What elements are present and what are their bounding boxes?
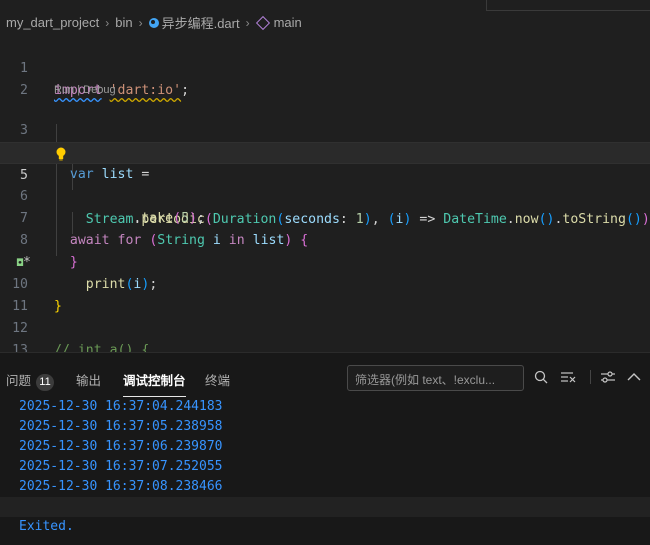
lightbulb-icon[interactable] [55,147,67,161]
code-line-7[interactable]: 7 await for (String i in list) { [0,186,650,248]
breadcrumb-symbol[interactable]: main [274,15,302,30]
code-line-1[interactable]: 1 import 'dart:io'; [0,36,650,98]
bottom-panel: 问题 11 输出 调试控制台 终端 筛选器(例如 text、!exclu... 2… [0,352,650,545]
code-line-10[interactable]: 10 } [0,252,650,314]
console-output-line: 2025-12-30 16:37:08.238466 [19,479,223,494]
code-line-3[interactable]: 3 void main() async { [0,98,650,160]
console-current-line [0,497,650,517]
panel-tabs: 问题 11 输出 调试控制台 终端 筛选器(例如 text、!exclu... [0,353,650,403]
tab-problems[interactable]: 问题 11 [6,370,55,391]
clear-console-icon[interactable] [559,367,577,387]
code-line-8[interactable]: 8 ◘* print(i); [0,208,650,292]
console-output-line: 2025-12-30 16:37:07.252055 [19,459,223,474]
minimap-edge [486,0,650,11]
chevron-up-icon[interactable] [625,367,643,387]
filter-input[interactable]: 筛选器(例如 text、!exclu... [347,365,524,391]
chevron-right-icon: › [245,15,250,30]
code-line-14[interactable]: 14 // return 1; [0,340,650,352]
code-line-2[interactable]: 2 [0,58,650,98]
codelens-run-debug[interactable]: Run | Debug [54,82,116,98]
breadcrumb-project[interactable]: my_dart_project [6,15,99,30]
chevron-right-icon: › [105,15,110,30]
code-line-6[interactable]: 6 .take(5); [0,164,650,226]
code-line-5[interactable]: 5 Stream.periodic(Duration(seconds: 1), … [0,142,650,227]
console-output-line: 2025-12-30 16:37:05.238958 [19,419,223,434]
console-exited-line: Exited. [19,519,74,534]
toolbar-separator [590,370,591,384]
code-line-11[interactable]: 11 [0,274,650,314]
breadcrumb-file[interactable]: 异步编程.dart [162,13,240,32]
problems-count-badge: 11 [36,374,55,391]
search-icon[interactable] [532,367,550,387]
chevron-right-icon: › [138,15,143,30]
code-line-12[interactable]: 12 // int a() { [0,296,650,352]
console-output-line: 2025-12-30 16:37:06.239870 [19,439,223,454]
tab-output[interactable]: 输出 [76,370,101,389]
tab-terminal[interactable]: 终端 [205,370,230,389]
code-line-13[interactable]: 13 // sleep(Duration(seconds: 2)); [0,318,650,352]
console-output-line: 2025-12-30 16:37:04.244183 [19,399,223,414]
filter-settings-icon[interactable] [599,367,617,387]
code-line-9[interactable]: } [0,230,650,270]
breadcrumb-folder[interactable]: bin [115,15,132,30]
code-editor[interactable]: 1 import 'dart:io'; 2 Run | Debug 3 void… [0,36,650,352]
tab-debug-console[interactable]: 调试控制台 [123,370,186,397]
dart-file-icon [148,17,159,28]
method-cube-icon [255,15,270,30]
code-line-4[interactable]: 4 var list = [0,120,650,182]
